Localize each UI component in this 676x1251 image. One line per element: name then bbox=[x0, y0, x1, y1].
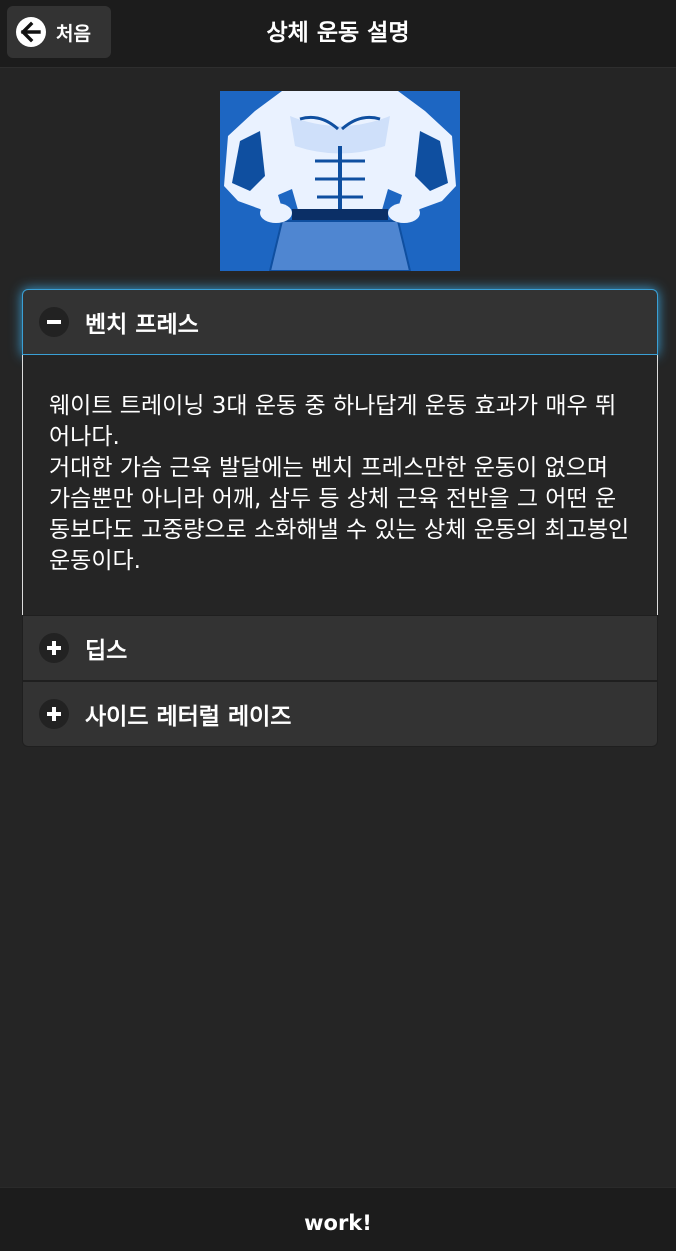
accordion-body-bench-press: 웨이트 트레이닝 3대 운동 중 하나답게 운동 효과가 매우 뛰어나다. 거대… bbox=[22, 355, 658, 615]
back-button-label: 처음 bbox=[56, 22, 91, 45]
plus-icon bbox=[39, 633, 69, 663]
accordion-header-side-lateral-raise[interactable]: 사이드 레터럴 레이즈 bbox=[22, 681, 658, 747]
footer-bar: work! bbox=[0, 1187, 676, 1251]
back-button[interactable]: 처음 bbox=[7, 6, 111, 58]
arrow-left-icon bbox=[16, 17, 46, 47]
header-bar: 처음 상체 운동 설명 bbox=[0, 0, 676, 68]
accordion-header-dips[interactable]: 딥스 bbox=[22, 615, 658, 681]
accordion-label-dips: 딥스 bbox=[85, 638, 128, 664]
accordion-header-bench-press[interactable]: 벤치 프레스 bbox=[22, 289, 658, 355]
plus-icon bbox=[39, 699, 69, 729]
accordion-label-side-lateral-raise: 사이드 레터럴 레이즈 bbox=[85, 704, 292, 730]
page: 처음 상체 운동 설명 벤치 프레스 웨이트 트레이닝 3대 운동 중 하나답게… bbox=[0, 0, 676, 1251]
exercise-accordion: 벤치 프레스 웨이트 트레이닝 3대 운동 중 하나답게 운동 효과가 매우 뛰… bbox=[22, 289, 658, 747]
footer-label: work! bbox=[304, 1211, 372, 1235]
accordion-label-bench-press: 벤치 프레스 bbox=[85, 312, 199, 338]
minus-icon bbox=[39, 307, 69, 337]
upper-body-image bbox=[220, 91, 460, 271]
